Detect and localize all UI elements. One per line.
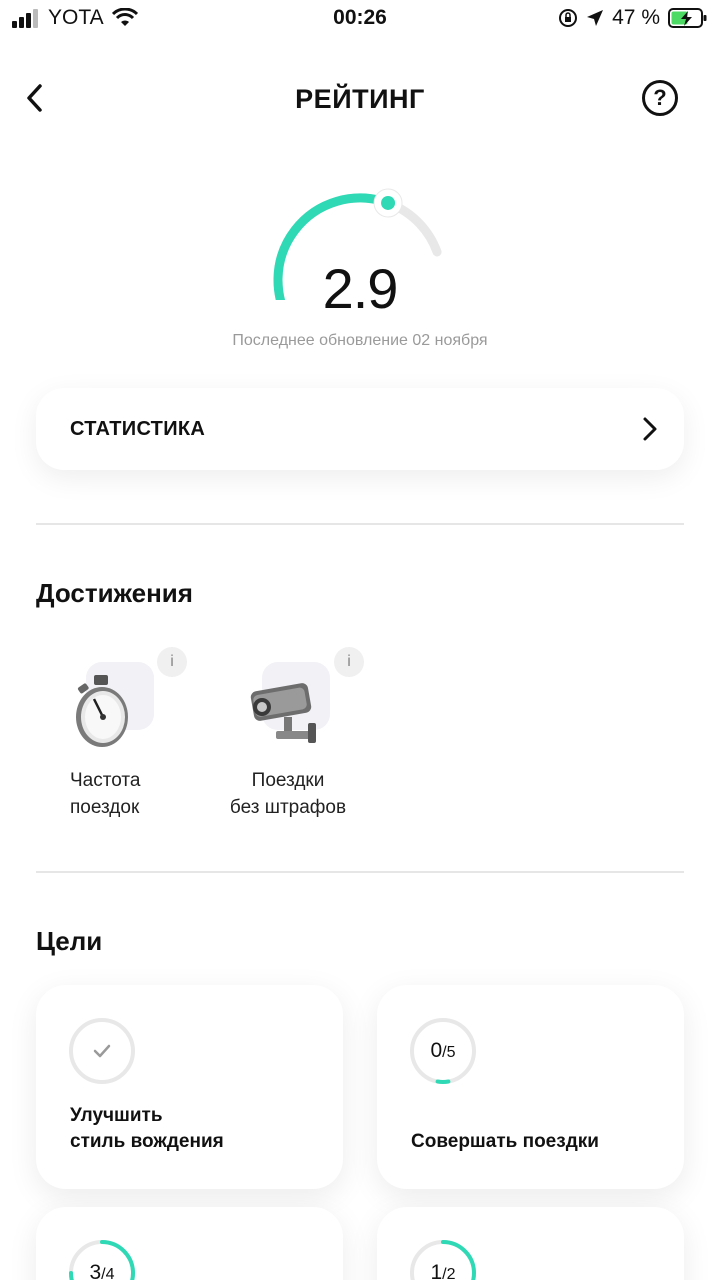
statistics-label: СТАТИСТИКА xyxy=(70,418,206,440)
achievement-item[interactable]: i Частота поездок xyxy=(36,645,236,825)
gauge-knob-dot xyxy=(381,195,396,210)
goal-title-line1: Улучшить xyxy=(70,1105,163,1126)
goal-title-line2: стиль вождения xyxy=(70,1131,224,1152)
battery-charging-icon xyxy=(668,8,707,28)
goal-current: 0 xyxy=(430,1039,443,1062)
goal-card[interactable]: 1/2 xyxy=(377,1207,684,1280)
status-bar: YOTA 00:26 47 % xyxy=(0,0,720,40)
achievement-label-line1: Частота xyxy=(70,770,141,791)
traffic-camera-icon xyxy=(250,683,316,743)
stopwatch-icon xyxy=(76,675,128,747)
achievement-label-line2: без штрафов xyxy=(229,797,347,818)
info-button[interactable]: i xyxy=(157,647,187,677)
achievement-label-line2: поездок xyxy=(70,797,140,818)
statistics-button[interactable]: СТАТИСТИКА xyxy=(36,388,684,470)
nav-bar: РЕЙТИНГ ? xyxy=(0,60,720,136)
goals-title: Цели xyxy=(36,926,103,956)
chevron-right-icon xyxy=(643,417,657,441)
goal-total: /4 xyxy=(101,1266,115,1280)
goal-total: /2 xyxy=(442,1266,456,1280)
goal-title-line2: Совершать поездки xyxy=(411,1131,599,1152)
divider xyxy=(36,523,684,525)
question-icon: ? xyxy=(653,85,667,110)
divider xyxy=(36,871,684,873)
location-icon xyxy=(587,10,604,26)
help-button[interactable]: ? xyxy=(642,80,678,116)
check-icon xyxy=(93,1044,111,1058)
achievement-item[interactable]: i Поездки без штрафов xyxy=(210,645,410,825)
goal-progress-text: 3/4 xyxy=(68,1239,136,1280)
page-title: РЕЙТИНГ xyxy=(295,84,425,114)
battery-percent: 47 % xyxy=(612,6,660,29)
goal-progress-text: 1/2 xyxy=(409,1239,477,1280)
goal-current: 3 xyxy=(89,1261,102,1280)
goal-card[interactable]: 0/5 Совершать поездки xyxy=(377,985,684,1189)
goal-done-ring xyxy=(69,1018,135,1084)
rating-value: 2.9 xyxy=(322,257,399,320)
goal-progress-text: 0/5 xyxy=(409,1017,477,1085)
rating-updated-text: Последнее обновление 02 ноября xyxy=(232,332,488,349)
goal-total: /5 xyxy=(442,1044,456,1061)
goal-card[interactable]: Улучшить стиль вождения xyxy=(36,985,343,1189)
orientation-lock-icon xyxy=(559,9,578,27)
goal-card[interactable]: 3/4 xyxy=(36,1207,343,1280)
achievement-label-line1: Поездки xyxy=(251,770,325,791)
achievements-title: Достижения xyxy=(36,578,193,608)
info-button[interactable]: i xyxy=(334,647,364,677)
goal-current: 1 xyxy=(430,1261,443,1280)
